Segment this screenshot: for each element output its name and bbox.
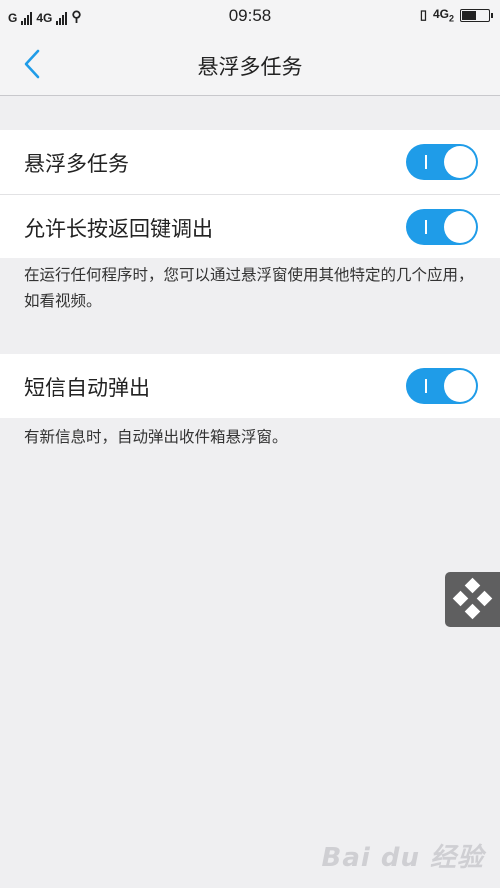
battery-icon bbox=[460, 8, 493, 22]
network-type-2: 4G2 bbox=[432, 7, 454, 24]
status-right: ▯ 4G2 bbox=[419, 7, 493, 24]
section-1-note: 在运行任何程序时，您可以通过悬浮窗使用其他特定的几个应用，如看视频。 bbox=[24, 266, 474, 310]
setting-row-sms-popup[interactable]: 短信自动弹出 bbox=[0, 354, 500, 418]
vibrate-icon: ▯ bbox=[419, 7, 427, 23]
diamond-grid-icon bbox=[452, 577, 493, 620]
settings-section-2: 短信自动弹出 bbox=[0, 354, 500, 418]
settings-section-1: 悬浮多任务 允许长按返回键调出 bbox=[0, 130, 500, 258]
baidu-watermark: Bai du 经验 bbox=[321, 843, 484, 873]
setting-label: 短信自动弹出 bbox=[24, 376, 150, 400]
setting-label: 允许长按返回键调出 bbox=[24, 217, 213, 241]
page-title: 悬浮多任务 bbox=[197, 55, 303, 79]
status-bar: G 4G ⚲ 09:58 ▯ 4G2 bbox=[0, 0, 500, 34]
app-header: 悬浮多任务 bbox=[0, 34, 500, 96]
setting-row-floating-multitask[interactable]: 悬浮多任务 bbox=[0, 130, 500, 194]
setting-label: 悬浮多任务 bbox=[24, 152, 129, 176]
long-press-back-toggle[interactable] bbox=[406, 209, 478, 245]
section-2-note: 有新信息时，自动弹出收件箱悬浮窗。 bbox=[24, 428, 288, 446]
floating-multitask-toggle[interactable] bbox=[406, 144, 478, 180]
sms-popup-toggle[interactable] bbox=[406, 368, 478, 404]
floating-multitask-button[interactable] bbox=[445, 572, 500, 627]
setting-row-long-press-back[interactable]: 允许长按返回键调出 bbox=[0, 194, 500, 258]
